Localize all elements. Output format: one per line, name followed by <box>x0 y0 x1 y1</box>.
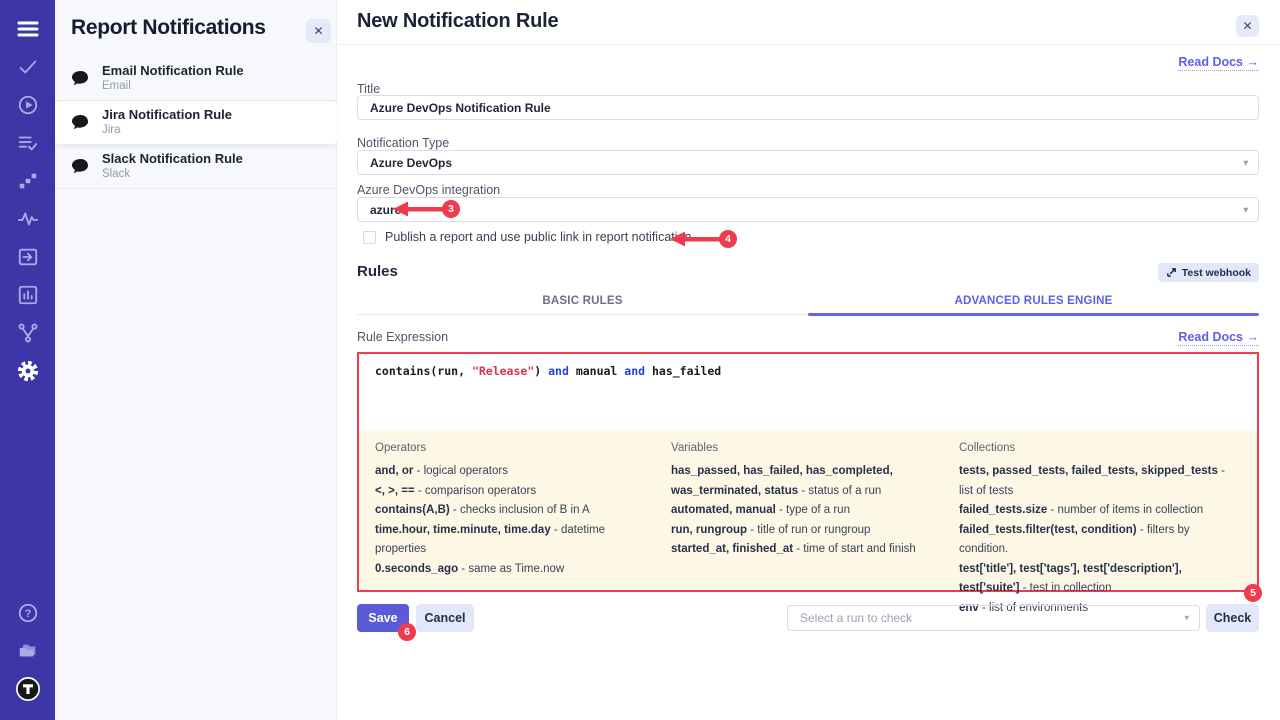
notification-type-label: Notification Type <box>357 136 449 150</box>
notification-list: Email Notification RuleEmailJira Notific… <box>55 57 337 189</box>
publish-report-label: Publish a report and use public link in … <box>385 230 691 244</box>
sidebar-item-activity[interactable] <box>8 200 48 238</box>
title-label: Title <box>357 82 380 96</box>
rule-subtitle: Email <box>102 79 244 93</box>
rule-title: Jira Notification Rule <box>102 107 232 123</box>
integration-select[interactable]: azure ▾ <box>357 197 1259 222</box>
rule-expression-label: Rule Expression <box>357 330 448 344</box>
run-select-placeholder: Select a run to check <box>800 611 912 625</box>
notification-type-select[interactable]: Azure DevOps ▾ <box>357 150 1259 175</box>
chevron-down-icon: ▾ <box>1184 613 1189 624</box>
app-root: ? Report Notifications ✕ Email Notificat… <box>0 0 1280 720</box>
list-item[interactable]: Jira Notification RuleJira <box>55 101 337 145</box>
sidebar-item-check[interactable] <box>8 48 48 86</box>
diagonal-arrows-icon <box>1166 267 1177 278</box>
chevron-down-icon: ▾ <box>1243 204 1248 215</box>
read-docs-link-expression[interactable]: Read Docs → <box>1178 330 1259 346</box>
annotation-badge-3: 3 <box>442 200 460 218</box>
folders-icon <box>17 640 39 662</box>
panel-title: Report Notifications <box>71 16 266 40</box>
icon-sidebar: ? <box>0 0 55 720</box>
settings-gear-icon <box>16 359 40 383</box>
annotation-arrow-3 <box>393 201 445 217</box>
list-item[interactable]: Slack Notification RuleSlack <box>55 145 337 189</box>
rule-subtitle: Jira <box>102 123 232 137</box>
cancel-button[interactable]: Cancel <box>416 604 474 632</box>
main-content: New Notification Rule ✕ Read Docs → Titl… <box>338 0 1280 720</box>
sidebar-item-settings-gear[interactable] <box>8 352 48 390</box>
chat-bubble-icon <box>71 114 90 131</box>
annotation-badge-6: 6 <box>398 623 416 641</box>
main-header: New Notification Rule <box>338 0 1280 45</box>
rule-title: Email Notification Rule <box>102 63 244 79</box>
rules-tabs: BASIC RULESADVANCED RULES ENGINE <box>357 291 1259 315</box>
rule-title: Slack Notification Rule <box>102 151 243 167</box>
svg-text:?: ? <box>24 608 31 620</box>
list-item[interactable]: Email Notification RuleEmail <box>55 57 337 101</box>
main-close-button[interactable]: ✕ <box>1236 15 1259 37</box>
sidebar-item-branch[interactable] <box>8 314 48 352</box>
chat-bubble-icon <box>71 158 90 175</box>
chevron-down-icon: ▾ <box>1243 157 1248 168</box>
sidebar-item-menu[interactable] <box>8 10 48 48</box>
help-icon: ? <box>17 602 39 624</box>
sidebar-item-folders[interactable] <box>8 632 48 670</box>
steps-icon <box>17 170 39 192</box>
check-icon <box>17 56 39 78</box>
rule-expression-editor: contains(run, "Release") and manual and … <box>357 352 1259 592</box>
sidebar-item-import[interactable] <box>8 238 48 276</box>
test-webhook-button[interactable]: Test webhook <box>1158 263 1259 282</box>
publish-report-checkbox[interactable] <box>363 231 376 244</box>
publish-report-checkbox-row[interactable]: Publish a report and use public link in … <box>363 230 691 244</box>
help-column: Operatorsand, or - logical operators<, >… <box>375 442 671 588</box>
avatar-icon <box>15 676 41 702</box>
list-check-icon <box>17 132 39 154</box>
chat-bubble-icon <box>71 70 90 87</box>
rule-expression-code[interactable]: contains(run, "Release") and manual and … <box>359 354 1257 430</box>
help-column: Variableshas_passed, has_failed, has_com… <box>671 442 959 588</box>
sidebar-nav-bottom: ? <box>8 594 48 720</box>
sidebar-nav-top <box>8 0 48 390</box>
integration-label: Azure DevOps integration <box>357 183 500 197</box>
run-select[interactable]: Select a run to check ▾ <box>787 605 1200 631</box>
help-column: Collectionstests, passed_tests, failed_t… <box>959 442 1241 588</box>
tab-advanced-rules-engine[interactable]: ADVANCED RULES ENGINE <box>808 291 1259 314</box>
sidebar-item-steps[interactable] <box>8 162 48 200</box>
tab-basic-rules[interactable]: BASIC RULES <box>357 291 808 314</box>
test-webhook-label: Test webhook <box>1182 267 1251 279</box>
branch-icon <box>17 322 39 344</box>
help-columns: Operatorsand, or - logical operators<, >… <box>359 430 1257 588</box>
report-notifications-panel: Report Notifications ✕ Email Notificatio… <box>55 0 337 720</box>
sidebar-item-bar-chart[interactable] <box>8 276 48 314</box>
activity-icon <box>17 208 39 230</box>
check-button[interactable]: Check <box>1206 604 1259 632</box>
sidebar-item-play-circle[interactable] <box>8 86 48 124</box>
bar-chart-icon <box>17 284 39 306</box>
rule-subtitle: Slack <box>102 167 243 181</box>
title-input[interactable] <box>357 95 1259 120</box>
annotation-badge-4: 4 <box>719 230 737 248</box>
notification-type-value: Azure DevOps <box>370 156 452 170</box>
page-title: New Notification Rule <box>357 10 558 33</box>
menu-icon <box>16 17 40 41</box>
annotation-arrow-4 <box>670 231 722 247</box>
rules-heading: Rules <box>357 263 398 280</box>
sidebar-item-list-check[interactable] <box>8 124 48 162</box>
panel-close-button[interactable]: ✕ <box>306 19 331 43</box>
sidebar-item-avatar[interactable] <box>8 670 48 708</box>
sidebar-item-help[interactable]: ? <box>8 594 48 632</box>
read-docs-link-top[interactable]: Read Docs → <box>1178 55 1259 71</box>
import-icon <box>17 246 39 268</box>
annotation-badge-5: 5 <box>1244 584 1262 602</box>
play-circle-icon <box>17 94 39 116</box>
